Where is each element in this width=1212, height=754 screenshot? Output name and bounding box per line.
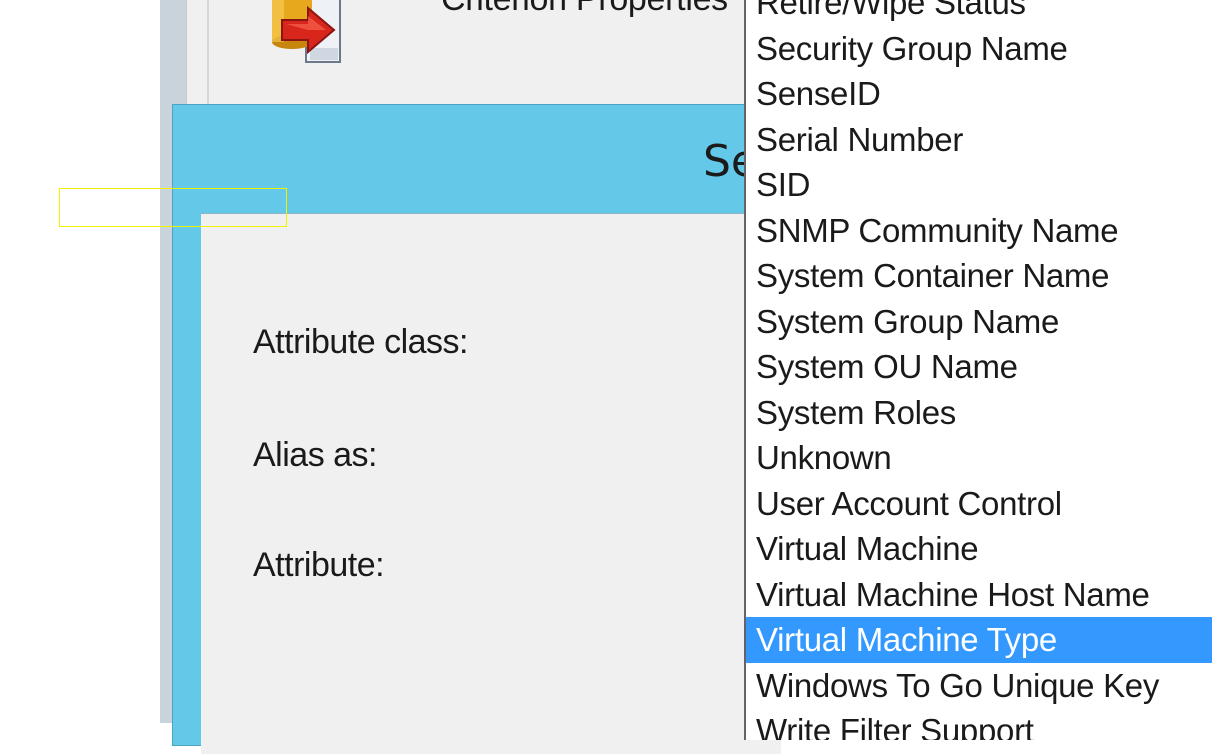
panel-divider	[207, 0, 209, 104]
desktop-margin	[0, 0, 160, 723]
dropdown-item-virtual-machine-host-name[interactable]: Virtual Machine Host Name	[746, 572, 1212, 618]
attribute-class-label: Attribute class:	[253, 323, 468, 361]
dropdown-item-security-group-name[interactable]: Security Group Name	[746, 26, 1212, 72]
dropdown-item-snmp-community-name[interactable]: SNMP Community Name	[746, 208, 1212, 254]
dropdown-item-system-roles[interactable]: System Roles	[746, 390, 1212, 436]
alias-as-label: Alias as:	[253, 436, 378, 474]
dropdown-item-virtual-machine[interactable]: Virtual Machine	[746, 526, 1212, 572]
dropdown-item-sid[interactable]: SID	[746, 162, 1212, 208]
dropdown-item-write-filter-support[interactable]: Write Filter Support	[746, 708, 1212, 740]
dropdown-item-unknown[interactable]: Unknown	[746, 435, 1212, 481]
attribute-dropdown-list[interactable]: Retire/Wipe Status Security Group Name S…	[744, 0, 1212, 740]
dropdown-item-virtual-machine-type[interactable]: Virtual Machine Type	[746, 617, 1212, 663]
dropdown-item-windows-to-go-unique-key[interactable]: Windows To Go Unique Key	[746, 663, 1212, 709]
criterion-properties-label: Criterion Properties	[441, 0, 728, 19]
attribute-label: Attribute:	[253, 546, 385, 584]
dropdown-item-retire-wipe-status[interactable]: Retire/Wipe Status	[746, 0, 1212, 26]
dropdown-item-senseid[interactable]: SenseID	[746, 71, 1212, 117]
dropdown-item-system-container-name[interactable]: System Container Name	[746, 253, 1212, 299]
dropdown-item-system-group-name[interactable]: System Group Name	[746, 299, 1212, 345]
dropdown-item-user-account-control[interactable]: User Account Control	[746, 481, 1212, 527]
dropdown-item-serial-number[interactable]: Serial Number	[746, 117, 1212, 163]
highlight-rectangle	[59, 188, 287, 227]
dialog-client-area: Attribute class: Alias as: Attribute:	[201, 213, 781, 754]
dropdown-item-system-ou-name[interactable]: System OU Name	[746, 344, 1212, 390]
criterion-properties-icon[interactable]	[268, 0, 376, 66]
